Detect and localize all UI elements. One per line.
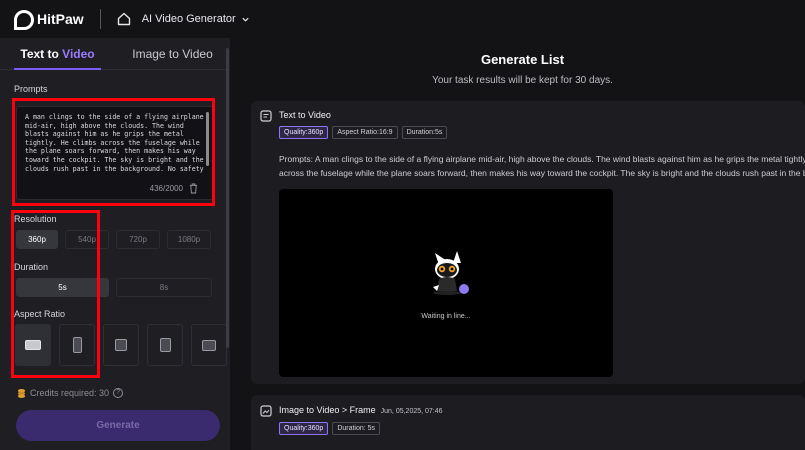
aspect-1-1-option[interactable]	[103, 324, 139, 366]
portrait-icon	[159, 338, 171, 352]
mode-tabs: Text to Video Image to Video	[0, 38, 230, 70]
aspect-4-3-option[interactable]	[191, 324, 227, 366]
generate-list-subtitle: Your task results will be kept for 30 da…	[432, 75, 613, 86]
panel-scrollbar[interactable]	[226, 48, 229, 348]
square-icon	[115, 339, 127, 351]
generate-list-title: Generate List	[480, 52, 565, 67]
quality-chip: Quality:360p	[279, 422, 329, 435]
resolution-option[interactable]: 720p	[116, 230, 160, 249]
task-prompt: Prompts: A man clings to the side of a f…	[279, 152, 805, 180]
task-card: Image to Video > Frame Jun, 05,2025, 07:4…	[251, 395, 805, 450]
generate-list-panel: Generate List Your task results will be …	[240, 38, 805, 450]
credits-info: Credits required: 30 ?	[17, 388, 124, 398]
landscape-icon	[25, 340, 41, 350]
resolution-option[interactable]: 1080p	[167, 230, 211, 249]
task-chips: Quality:360p Duration: 5s	[279, 422, 381, 435]
char-counter: 436/2000	[149, 184, 183, 193]
prompt-scrollbar[interactable]	[206, 112, 209, 166]
landscape-icon	[202, 339, 216, 351]
duration-chip: Duration:5s	[401, 126, 448, 139]
task-prompt-line: across the fuselage while the plane soar…	[279, 168, 805, 178]
home-icon[interactable]	[117, 12, 131, 26]
aspect-16-9-option[interactable]	[15, 324, 51, 366]
help-icon[interactable]: ?	[113, 388, 124, 398]
duration-option[interactable]: 8s	[116, 278, 212, 297]
task-date: Jun, 05,2025, 07:46	[380, 408, 443, 415]
chevron-down-icon[interactable]	[241, 15, 250, 24]
task-status: Waiting in line...	[421, 313, 471, 320]
image-frame-icon	[260, 405, 272, 417]
quality-chip: Quality:360p	[279, 126, 329, 139]
brand-logo[interactable]: HitPaw	[13, 9, 84, 30]
task-card: Text to Video Quality:360p Aspect Ratio:…	[251, 101, 805, 384]
product-switcher[interactable]: AI Video Generator	[142, 13, 236, 25]
trash-icon[interactable]	[189, 183, 198, 194]
divider	[99, 9, 101, 29]
text-document-icon	[260, 110, 272, 122]
duration-label: Duration	[14, 262, 49, 272]
resolution-option[interactable]: 540p	[65, 230, 109, 249]
prompts-label: Prompts	[14, 84, 48, 94]
task-title-row: Image to Video > Frame Jun, 05,2025, 07:4…	[279, 405, 443, 415]
duration-options: 5s 8s	[16, 278, 212, 297]
generate-button[interactable]: Generate	[16, 410, 220, 441]
resolution-options: 360p 540p 720p 1080p	[16, 230, 211, 249]
video-preview[interactable]: Waiting in line...	[279, 189, 613, 377]
cat-mascot-icon	[433, 251, 469, 295]
credits-text: Credits required: 30	[30, 388, 110, 398]
task-prompt-line: Prompts: A man clings to the side of a f…	[279, 154, 805, 164]
prompt-input[interactable]: A man clings to the side of a flying air…	[16, 106, 214, 200]
aspect-ratio-chip: Aspect Ratio:16:9	[332, 126, 398, 139]
portrait-icon	[72, 337, 82, 353]
duration-option[interactable]: 5s	[16, 278, 109, 297]
hitpaw-logo-icon	[13, 9, 34, 30]
aspect-3-4-option[interactable]	[147, 324, 183, 366]
tab-image-to-video[interactable]: Image to Video	[115, 38, 230, 69]
task-chips: Quality:360p Aspect Ratio:16:9 Duration:…	[279, 126, 448, 139]
prompt-text[interactable]: A man clings to the side of a flying air…	[25, 113, 209, 173]
aspect-9-16-option[interactable]	[59, 324, 95, 366]
generator-panel: Text to Video Image to Video Prompts A m…	[0, 38, 230, 450]
top-bar: HitPaw AI Video Generator	[0, 0, 805, 38]
tab-label: Text to	[20, 47, 63, 61]
resolution-label: Resolution	[14, 214, 57, 224]
tab-text-to-video[interactable]: Text to Video	[0, 38, 115, 70]
brand-name: HitPaw	[37, 11, 84, 27]
task-title: Text to Video	[279, 110, 331, 120]
duration-chip: Duration: 5s	[332, 422, 381, 435]
resolution-option[interactable]: 360p	[16, 230, 58, 249]
task-title: Image to Video > Frame	[279, 405, 376, 415]
tab-label-accent: Video	[62, 47, 95, 61]
aspect-ratio-label: Aspect Ratio	[14, 309, 66, 319]
aspect-ratio-options	[15, 324, 227, 366]
coins-icon	[17, 388, 26, 398]
